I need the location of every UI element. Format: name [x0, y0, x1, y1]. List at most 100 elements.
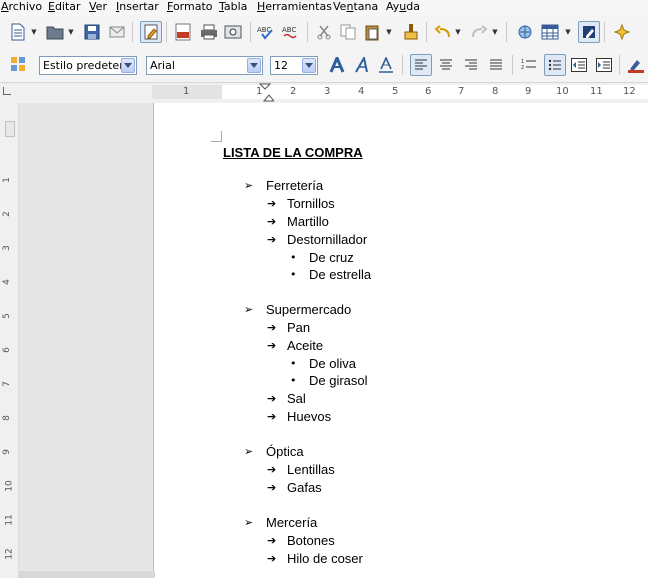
toolbar-separator — [619, 55, 620, 75]
list-item: Hilo de coser — [287, 551, 363, 566]
align-center-icon[interactable] — [436, 55, 456, 75]
spellcheck-icon[interactable]: ABC — [256, 22, 276, 42]
level2-bullet-icon: ➔ — [267, 410, 277, 423]
copy-icon[interactable] — [338, 22, 358, 42]
menu-ver[interactable]: Ver — [88, 0, 108, 16]
numbering-icon[interactable]: 12 — [519, 55, 539, 75]
italic-icon[interactable] — [352, 55, 372, 75]
level3-bullet-icon: • — [290, 374, 297, 387]
list-item: Sal — [287, 391, 306, 406]
save-icon[interactable] — [82, 22, 102, 42]
menu-formato[interactable]: Formato — [166, 0, 214, 16]
font-name-combo[interactable]: Arial — [146, 56, 263, 75]
navigator-icon[interactable] — [612, 22, 632, 42]
edit-file-icon[interactable] — [140, 21, 162, 43]
mail-icon[interactable] — [107, 22, 127, 42]
list-item: De cruz — [309, 250, 354, 265]
chevron-down-icon[interactable]: ▼ — [565, 22, 571, 42]
chevron-down-icon[interactable] — [247, 58, 261, 73]
menu-insertar[interactable]: Insertar — [115, 0, 160, 16]
list-item: Destornillador — [287, 232, 368, 247]
vruler-number: 8 — [1, 415, 12, 421]
vruler-number: 9 — [1, 449, 12, 455]
ruler-number: 5 — [392, 86, 399, 97]
vruler-number: 7 — [1, 381, 12, 387]
text-boundary-corner — [211, 131, 222, 142]
export-pdf-icon[interactable] — [173, 22, 193, 42]
paragraph-style-combo[interactable]: Estilo predeterm — [39, 56, 137, 75]
level2-bullet-icon: ➔ — [267, 215, 277, 228]
ruler-number: 12 — [623, 86, 636, 97]
cut-icon[interactable] — [314, 22, 334, 42]
standard-toolbar: ▼ ▼ ABC ABC ▼ ▼ ▼ ▼ — [0, 16, 648, 48]
menu-ayuda[interactable]: Ayuda — [385, 0, 421, 16]
paste-icon[interactable] — [362, 22, 382, 42]
menu-ventana[interactable]: Ventana — [332, 0, 379, 16]
toolbar-separator — [402, 55, 403, 75]
vruler-number: 10 — [4, 480, 15, 492]
menu-herramientas[interactable]: Herramientas — [256, 0, 333, 16]
list-item: Supermercado — [266, 302, 352, 317]
horizontal-scrollbar[interactable] — [18, 571, 155, 578]
hyperlink-icon[interactable] — [515, 22, 535, 42]
level1-bullet-icon: ➢ — [244, 445, 254, 458]
chevron-down-icon[interactable]: ▼ — [31, 22, 37, 42]
increase-indent-icon[interactable] — [594, 55, 614, 75]
menu-tabla[interactable]: Tabla — [218, 0, 248, 16]
highlighting-icon[interactable] — [626, 55, 646, 75]
chevron-down-icon[interactable]: ▼ — [68, 22, 74, 42]
redo-icon[interactable] — [469, 22, 489, 42]
toolbar-separator — [512, 55, 513, 75]
print-icon[interactable] — [199, 22, 219, 42]
align-left-icon[interactable] — [410, 54, 432, 76]
bold-icon[interactable] — [327, 55, 347, 75]
toolbar-separator — [426, 22, 427, 42]
undo-icon[interactable] — [433, 22, 453, 42]
show-draw-functions-icon[interactable] — [578, 21, 600, 43]
level2-bullet-icon: ➔ — [267, 534, 277, 547]
bullets-icon[interactable] — [544, 54, 566, 76]
vruler-number: 2 — [1, 211, 12, 217]
toolbar-separator — [604, 22, 605, 42]
chevron-down-icon[interactable]: ▼ — [386, 22, 392, 42]
chevron-down-icon[interactable] — [302, 58, 316, 73]
vertical-ruler-slider[interactable] — [5, 121, 15, 137]
tab-type-selector[interactable] — [3, 87, 11, 95]
menu-editar[interactable]: Editar — [47, 0, 82, 16]
align-right-icon[interactable] — [461, 55, 481, 75]
auto-spellcheck-icon[interactable]: ABC — [281, 22, 301, 42]
open-folder-icon[interactable] — [45, 22, 65, 42]
chevron-down-icon[interactable]: ▼ — [455, 22, 461, 42]
svg-text:2: 2 — [521, 65, 524, 71]
underline-icon[interactable] — [376, 55, 396, 75]
ruler-number: 1 — [183, 86, 190, 97]
print-preview-icon[interactable] — [223, 22, 243, 42]
toolbar-separator — [307, 22, 308, 42]
new-document-icon[interactable] — [8, 22, 28, 42]
level3-bullet-icon: • — [290, 251, 297, 264]
font-name-value: Arial — [150, 59, 175, 72]
ruler-number: 7 — [458, 86, 465, 97]
styles-icon[interactable] — [8, 54, 28, 74]
decrease-indent-icon[interactable] — [569, 55, 589, 75]
clone-formatting-icon[interactable] — [401, 22, 421, 42]
list-item: Botones — [287, 533, 335, 548]
chevron-down-icon[interactable]: ▼ — [492, 22, 498, 42]
ruler-number: 10 — [556, 86, 569, 97]
menu-bar: Archivo Editar Ver Insertar Formato Tabl… — [0, 0, 648, 16]
document-page[interactable]: LISTA DE LA COMPRA ➢ Ferretería ➔ Tornil… — [153, 103, 648, 578]
level2-bullet-icon: ➔ — [267, 463, 277, 476]
font-size-combo[interactable]: 12 — [270, 56, 318, 75]
chevron-down-icon[interactable] — [121, 58, 135, 73]
document-title: LISTA DE LA COMPRA — [223, 145, 363, 160]
list-item: Gafas — [287, 480, 322, 495]
indent-marker-icon[interactable] — [258, 83, 274, 103]
table-icon[interactable] — [540, 22, 560, 42]
ruler-number: 8 — [492, 86, 499, 97]
vertical-ruler[interactable]: 1 2 3 4 5 6 7 8 9 10 11 12 — [0, 103, 19, 578]
vruler-number: 3 — [1, 245, 12, 251]
menu-archivo[interactable]: Archivo — [0, 0, 43, 16]
horizontal-ruler[interactable]: 1 1 2 3 4 5 6 7 8 9 10 11 12 — [0, 83, 648, 103]
level2-bullet-icon: ➔ — [267, 233, 277, 246]
justify-icon[interactable] — [486, 55, 506, 75]
